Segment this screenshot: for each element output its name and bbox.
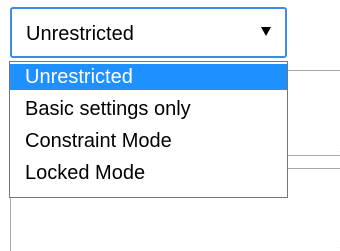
select-current-value: Unrestricted (26, 23, 134, 45)
option-basic-settings-only[interactable]: Basic settings only (10, 96, 287, 122)
screen: Unrestricted Unrestricted Basic settings… (0, 0, 340, 251)
caret-down-icon (261, 27, 271, 36)
mode-select[interactable]: Unrestricted (10, 7, 287, 58)
option-unrestricted[interactable]: Unrestricted (10, 64, 287, 90)
mode-dropdown-list: Unrestricted Basic settings only Constra… (9, 61, 288, 198)
option-constraint-mode[interactable]: Constraint Mode (10, 128, 287, 154)
option-locked-mode[interactable]: Locked Mode (10, 160, 287, 186)
